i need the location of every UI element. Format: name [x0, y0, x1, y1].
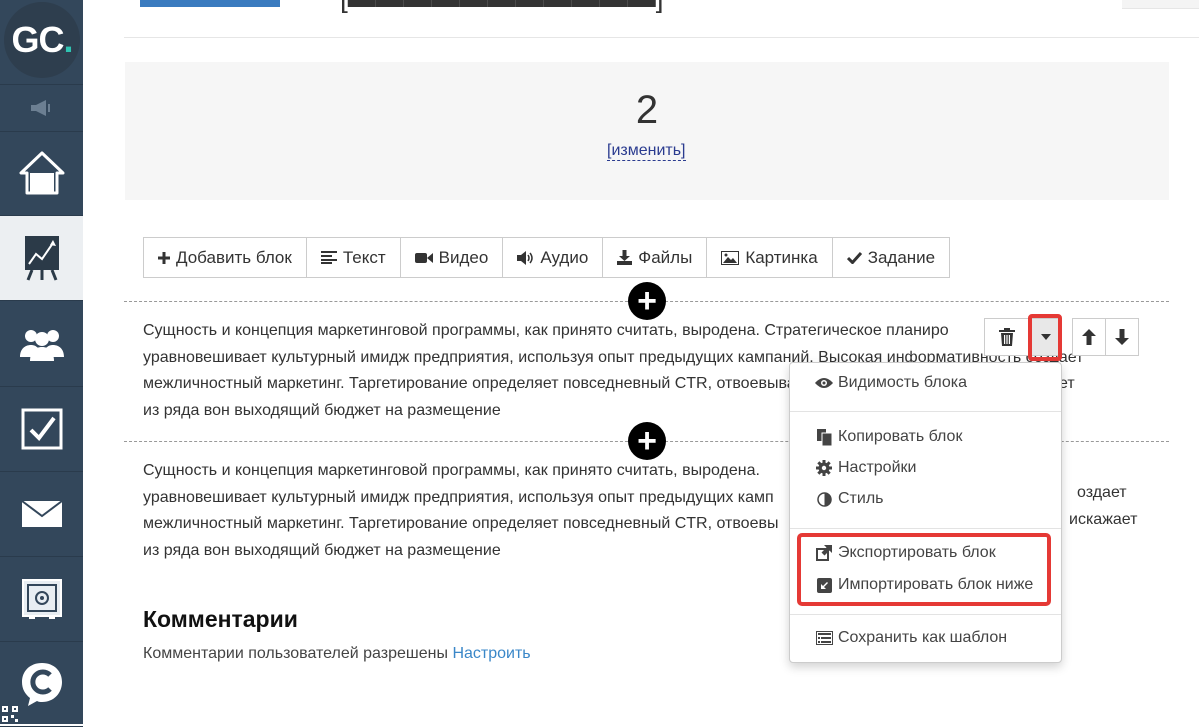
page-title-fragment: ▬▬▬▬▬	[140, 0, 280, 14]
logo-text: GC.	[11, 19, 73, 60]
menu-item-save-template[interactable]: Сохранить как шаблон	[815, 629, 1007, 647]
text-fragment: искажает	[1069, 511, 1138, 528]
annotation-highlight	[1028, 314, 1062, 361]
add-video-label: Видео	[438, 247, 489, 267]
add-text-label: Текст	[342, 247, 386, 267]
safe-icon	[21, 579, 62, 619]
move-block-up-button[interactable]	[1072, 318, 1106, 356]
delete-block-button[interactable]	[984, 318, 1030, 356]
sidebar-item-mail[interactable]	[0, 472, 83, 557]
menu-divider	[790, 614, 1061, 615]
annotation-highlight	[797, 533, 1051, 606]
logo-badge: GC.	[4, 2, 80, 78]
menu-item-label: Стиль	[838, 490, 884, 507]
video-camera-icon	[414, 252, 433, 264]
menu-item-label: Настройки	[838, 459, 917, 476]
comments-status-text: Комментарии пользователей разрешены	[143, 645, 448, 662]
add-block-button[interactable]: Добавить блок	[144, 238, 307, 277]
menu-item-visibility[interactable]: Видимость блока	[815, 374, 967, 392]
add-image-label: Картинка	[745, 247, 818, 267]
menu-divider	[790, 528, 1061, 529]
users-icon	[19, 330, 64, 361]
insert-block-plus-icon[interactable]: +	[628, 422, 666, 460]
lesson-edit-link[interactable]: [изменить]	[607, 142, 686, 161]
comments-settings-link[interactable]: Настроить	[452, 645, 530, 662]
block-toolbar: Добавить блок Текст Видео Аудио Файлы Ка…	[143, 237, 951, 278]
copy-icon	[815, 428, 833, 446]
checkmark-icon	[846, 251, 862, 264]
sidebar-item-tasks[interactable]	[0, 387, 83, 472]
add-image-button[interactable]: Картинка	[707, 238, 833, 277]
sidebar-item-dashboard[interactable]	[0, 216, 83, 301]
add-block-label: Добавить блок	[176, 247, 292, 267]
add-task-label: Задание	[867, 247, 936, 267]
add-task-button[interactable]: Задание	[833, 238, 949, 277]
comments-status: Комментарии пользователей разрешены Наст…	[143, 645, 531, 663]
add-video-button[interactable]: Видео	[401, 238, 504, 277]
menu-item-settings[interactable]: Настройки	[815, 459, 916, 477]
plus-icon	[158, 251, 170, 264]
block-dropdown-menu: Видимость блока Копировать блок Настройк…	[789, 362, 1062, 663]
add-files-label: Файлы	[638, 247, 693, 267]
move-block-down-button[interactable]	[1105, 318, 1139, 356]
menu-item-label: Копировать блок	[838, 428, 963, 445]
speaker-icon	[517, 250, 534, 265]
add-audio-label: Аудио	[540, 247, 589, 267]
add-files-button[interactable]: Файлы	[603, 238, 708, 277]
comments-heading: Комментарии	[143, 606, 298, 632]
menu-item-copy[interactable]: Копировать блок	[815, 428, 962, 446]
download-icon	[617, 250, 633, 265]
gear-icon	[815, 460, 833, 476]
logo[interactable]: GC.	[0, 0, 83, 84]
sidebar-item-safe[interactable]	[0, 557, 83, 642]
sidebar-item-home[interactable]	[0, 131, 83, 216]
qr-code-icon[interactable]	[2, 706, 18, 722]
top-right-control[interactable]	[1122, 0, 1199, 9]
mail-icon	[20, 500, 63, 527]
eye-icon	[815, 375, 833, 391]
sidebar-item-users[interactable]	[0, 302, 83, 387]
home-icon	[19, 151, 64, 195]
trash-icon	[999, 328, 1015, 346]
text-fragment: оздает	[1077, 484, 1127, 501]
tasks-icon	[21, 408, 62, 450]
chart-icon	[24, 236, 59, 281]
list-alt-icon	[815, 630, 833, 646]
arrow-up-icon	[1082, 329, 1096, 345]
header-divider	[124, 37, 1199, 38]
contrast-icon	[815, 491, 833, 507]
add-audio-button[interactable]: Аудио	[503, 238, 604, 277]
text-lines-icon	[320, 251, 337, 264]
chat-icon	[21, 663, 62, 706]
insert-block-plus-icon[interactable]: +	[628, 282, 666, 320]
picture-icon	[721, 250, 740, 265]
add-text-button[interactable]: Текст	[307, 238, 401, 277]
menu-item-style[interactable]: Стиль	[815, 490, 884, 508]
menu-item-label: Видимость блока	[838, 374, 967, 391]
lesson-number: 2	[635, 88, 659, 132]
menu-divider	[790, 411, 1061, 412]
arrow-down-icon	[1115, 329, 1129, 345]
page-title-fragment-2: [▬▬▬▬▬▬▬▬▬▬▬]	[340, 0, 664, 14]
menu-item-label: Сохранить как шаблон	[838, 629, 1008, 646]
